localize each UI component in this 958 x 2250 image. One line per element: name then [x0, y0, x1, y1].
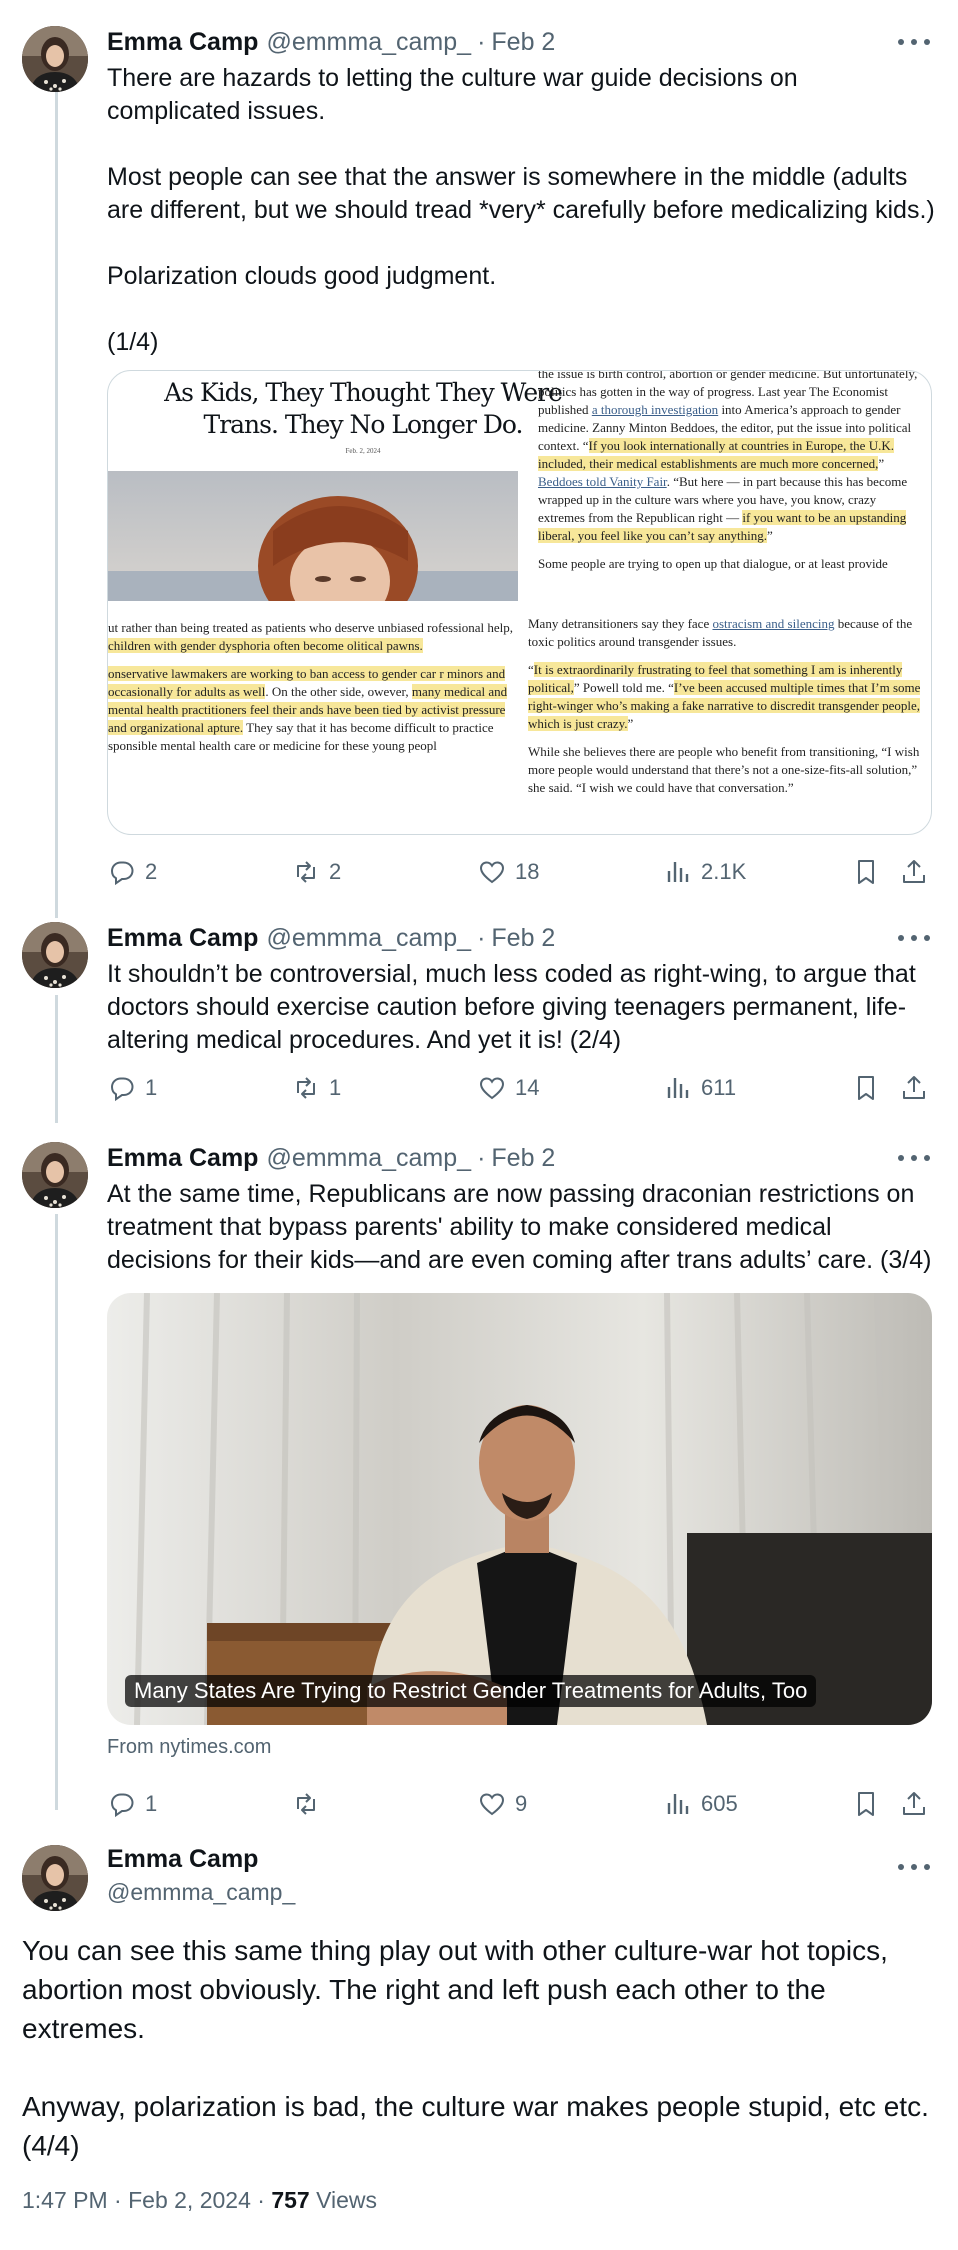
article-screenshot-card[interactable]: As Kids, They Thought They Were Trans. T…: [107, 370, 932, 835]
link-preview-title: Many States Are Trying to Restrict Gende…: [125, 1675, 817, 1707]
more-icon[interactable]: [898, 1855, 930, 1879]
like-icon: [480, 1077, 504, 1099]
like-icon: [480, 861, 504, 883]
avatar[interactable]: [22, 26, 88, 92]
tweet-full-date[interactable]: Feb 2, 2024: [128, 2187, 251, 2213]
views-button[interactable]: 2.1K: [663, 854, 746, 890]
author-handle[interactable]: @emmma_camp_: [107, 1879, 295, 1906]
separator-dot: ·: [477, 1143, 486, 1172]
views-label: Views: [316, 2187, 378, 2213]
views-icon: [667, 860, 689, 884]
like-icon: [480, 1793, 504, 1815]
thread-line: [55, 995, 58, 1123]
thread-line: [55, 1214, 58, 1810]
tweet-actions: 1 9 605: [107, 1786, 937, 1822]
views-count: 757: [271, 2187, 310, 2213]
tweet-actions: 2 2 18 2.1K: [107, 854, 937, 890]
share-icon: [903, 1792, 925, 1815]
repost-button[interactable]: 1: [291, 1070, 341, 1106]
more-icon[interactable]: [898, 1146, 930, 1170]
repost-button[interactable]: 2: [291, 854, 341, 890]
tweet-date[interactable]: Feb 2: [491, 924, 555, 953]
tweet-text: At the same time, Republicans are now pa…: [107, 1180, 932, 1274]
author-handle[interactable]: @emmma_camp_: [266, 28, 471, 57]
reply-button[interactable]: 1: [107, 1070, 157, 1106]
share-icon: [903, 860, 925, 883]
author-name[interactable]: Emma Camp: [107, 28, 258, 57]
bookmark-icon: [858, 1792, 874, 1816]
like-button[interactable]: 18: [477, 854, 539, 890]
article-left-column: ut rather than being treated as patients…: [108, 620, 514, 753]
article-right-column-top: the issue is birth control, abortion or …: [538, 370, 918, 571]
tweet-header: Emma Camp @emmma_camp_ · Feb 2: [107, 920, 555, 956]
bookmark-button[interactable]: [851, 1070, 881, 1106]
link-preview-card[interactable]: Many States Are Trying to Restrict Gende…: [107, 1293, 932, 1725]
link-preview-image: [107, 1293, 932, 1725]
author-name[interactable]: Emma Camp: [107, 1845, 258, 1874]
tweet-date[interactable]: Feb 2: [491, 1144, 555, 1173]
repost-icon: [297, 861, 315, 883]
reply-button[interactable]: 2: [107, 854, 157, 890]
views-icon: [667, 1792, 689, 1816]
like-button[interactable]: 9: [477, 1786, 527, 1822]
avatar[interactable]: [22, 1845, 88, 1911]
author-name[interactable]: Emma Camp: [107, 1144, 258, 1173]
author-handle[interactable]: @emmma_camp_: [266, 924, 471, 953]
tweet-text: You can see this same thing play out wit…: [22, 1935, 929, 2161]
tweet-date[interactable]: Feb 2: [491, 28, 555, 57]
separator-dot: ·: [477, 27, 486, 56]
article-right-column-bottom: Many detransitioners say they face ostra…: [528, 616, 921, 795]
bookmark-icon: [858, 1076, 874, 1100]
reply-icon: [111, 1793, 134, 1817]
views-icon: [667, 1076, 689, 1100]
reply-button[interactable]: 1: [107, 1786, 157, 1822]
repost-icon: [297, 1793, 315, 1815]
article-date: Feb. 2, 2024: [345, 447, 381, 455]
tweet-text: There are hazards to letting the culture…: [107, 64, 935, 356]
tweet-time[interactable]: 1:47 PM: [22, 2187, 108, 2213]
share-button[interactable]: [899, 1070, 929, 1106]
avatar[interactable]: [22, 922, 88, 988]
share-icon: [903, 1076, 925, 1099]
bookmark-icon: [858, 860, 874, 884]
reply-icon: [111, 1077, 134, 1101]
repost-icon: [297, 1077, 315, 1099]
tweet-actions: 1 1 14 611: [107, 1070, 937, 1106]
article-photo: [108, 471, 518, 601]
repost-button[interactable]: [291, 1786, 329, 1822]
more-icon[interactable]: [898, 926, 930, 950]
views-button[interactable]: 611: [663, 1070, 736, 1106]
more-icon[interactable]: [898, 30, 930, 54]
tweet-header: Emma Camp @emmma_camp_ · Feb 2: [107, 24, 555, 60]
article-headline: As Kids, They Thought They Were Trans. T…: [164, 378, 563, 439]
separator-dot: ·: [477, 923, 486, 952]
author-handle[interactable]: @emmma_camp_: [266, 1144, 471, 1173]
views-button[interactable]: 605: [663, 1786, 738, 1822]
link-source[interactable]: From nytimes.com: [107, 1736, 271, 1759]
avatar[interactable]: [22, 1142, 88, 1208]
tweet-timestamp: 1:47 PM · Feb 2, 2024 · 757 Views: [22, 2187, 378, 2213]
reply-icon: [111, 861, 134, 885]
tweet-header: Emma Camp @emmma_camp_ · Feb 2: [107, 1140, 555, 1176]
tweet-text: It shouldn’t be controversial, much less…: [107, 960, 916, 1054]
thread-line: [55, 72, 58, 918]
bookmark-button[interactable]: [851, 854, 881, 890]
bookmark-button[interactable]: [851, 1786, 881, 1822]
share-button[interactable]: [899, 1786, 929, 1822]
like-button[interactable]: 14: [477, 1070, 539, 1106]
share-button[interactable]: [899, 854, 929, 890]
author-name[interactable]: Emma Camp: [107, 924, 258, 953]
